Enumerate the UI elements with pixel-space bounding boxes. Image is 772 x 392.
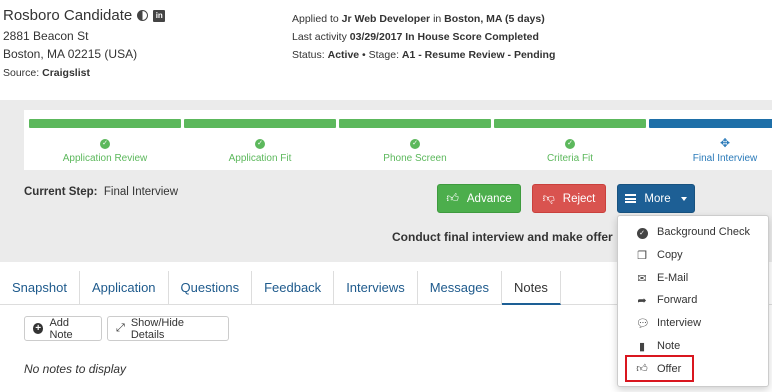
menu-item-forward[interactable]: ➦ Forward [618, 290, 768, 310]
applied-info: Applied to Jr Web Developer in Boston, M… [292, 13, 545, 25]
step-final-interview[interactable]: ✥ Final Interview [649, 119, 772, 169]
linkedin-icon[interactable]: in [153, 9, 166, 22]
menu-item-background-check[interactable]: ✓ Background Check [618, 222, 768, 242]
thumbs-up-icon: 👍︎ [636, 363, 648, 375]
tab-interviews[interactable]: Interviews [334, 271, 418, 304]
caret-down-icon [680, 196, 687, 201]
tab-application[interactable]: Application [80, 271, 169, 304]
move-icon: ✥ [719, 136, 731, 150]
more-dropdown-menu: ✓ Background Check ❐ Copy ✉ E-Mail ➦ For… [617, 215, 769, 387]
envelope-icon: ✉ [637, 272, 647, 285]
more-button[interactable]: More [617, 184, 695, 213]
menu-item-note[interactable]: ▮ Note [618, 336, 768, 356]
status-value: Active [327, 49, 360, 61]
step-criteria-fit[interactable]: ✓ Criteria Fit [494, 119, 646, 169]
show-hide-details-button[interactable]: ⤢ Show/Hide Details [107, 316, 229, 341]
tab-messages[interactable]: Messages [418, 271, 502, 304]
candidate-source: Source: Craigslist [3, 67, 90, 79]
last-activity-value: 03/29/2017 In House Score Completed [349, 31, 539, 43]
step-label: Application Review [62, 153, 148, 164]
expand-icon: ⤢ [116, 322, 125, 334]
step-progress-bar [494, 119, 646, 128]
thumbs-down-icon: 👎︎ [542, 191, 555, 205]
empty-notes-message: No notes to display [24, 362, 127, 376]
job-title: Jr Web Developer [341, 13, 431, 25]
candidate-name-row: Rosboro Candidate in [3, 7, 166, 24]
check-icon: ✓ [100, 139, 110, 149]
step-label: Application Fit [228, 153, 292, 164]
share-arrow-icon: ➦ [637, 294, 647, 307]
step-progress-bar [184, 119, 336, 128]
step-label: Final Interview [692, 153, 758, 164]
chat-bubbles-icon: 💬︎ [636, 317, 650, 330]
add-note-button[interactable]: + Add Note [24, 316, 102, 341]
note-icon: ▮ [638, 340, 646, 353]
job-location: Boston, MA (5 days) [444, 13, 545, 25]
plus-circle-icon: + [33, 323, 44, 334]
step-application-review[interactable]: ✓ Application Review [29, 119, 181, 169]
check-icon: ✓ [410, 139, 420, 149]
tab-questions[interactable]: Questions [169, 271, 253, 304]
copy-icon: ❐ [637, 249, 647, 262]
tab-notes[interactable]: Notes [501, 271, 561, 305]
current-step: Current Step: Final Interview [24, 186, 179, 198]
list-icon [625, 194, 637, 203]
reject-button[interactable]: 👎︎ Reject [532, 184, 606, 213]
tab-snapshot[interactable]: Snapshot [0, 271, 80, 304]
step-application-fit[interactable]: ✓ Application Fit [184, 119, 336, 169]
menu-item-offer[interactable]: 👍︎ Offer [625, 355, 694, 382]
candidate-name: Rosboro Candidate [3, 7, 133, 24]
contrast-icon[interactable] [137, 10, 149, 21]
step-phone-screen[interactable]: ✓ Phone Screen [339, 119, 491, 169]
step-label: Criteria Fit [546, 153, 594, 164]
workflow-stepper: ✓ Application Review ✓ Application Fit ✓… [24, 110, 772, 170]
stage-value: A1 - Resume Review - Pending [401, 49, 556, 61]
address-line-1: 2881 Beacon St [3, 29, 89, 43]
step-progress-bar [29, 119, 181, 128]
last-activity: Last activity 03/29/2017 In House Score … [292, 31, 539, 43]
menu-item-interview[interactable]: 💬︎ Interview [618, 313, 768, 333]
step-instruction: Conduct final interview and make offer [392, 230, 613, 244]
status-stage: Status: Active • Stage: A1 - Resume Revi… [292, 49, 556, 61]
step-progress-bar [649, 119, 772, 128]
current-step-value: Final Interview [103, 186, 179, 198]
thumbs-up-icon: 👍︎ [446, 191, 459, 205]
advance-button[interactable]: 👍︎ Advance [437, 184, 521, 213]
menu-item-email[interactable]: ✉ E-Mail [618, 268, 768, 288]
menu-item-copy[interactable]: ❐ Copy [618, 245, 768, 265]
step-label: Phone Screen [383, 153, 447, 164]
address-line-2: Boston, MA 02215 (USA) [3, 47, 138, 61]
check-icon: ✓ [255, 139, 265, 149]
check-circle-icon: ✓ [636, 227, 648, 239]
tab-feedback[interactable]: Feedback [252, 271, 335, 304]
check-icon: ✓ [565, 139, 575, 149]
step-progress-bar [339, 119, 491, 128]
source-value: Craigslist [42, 67, 90, 79]
